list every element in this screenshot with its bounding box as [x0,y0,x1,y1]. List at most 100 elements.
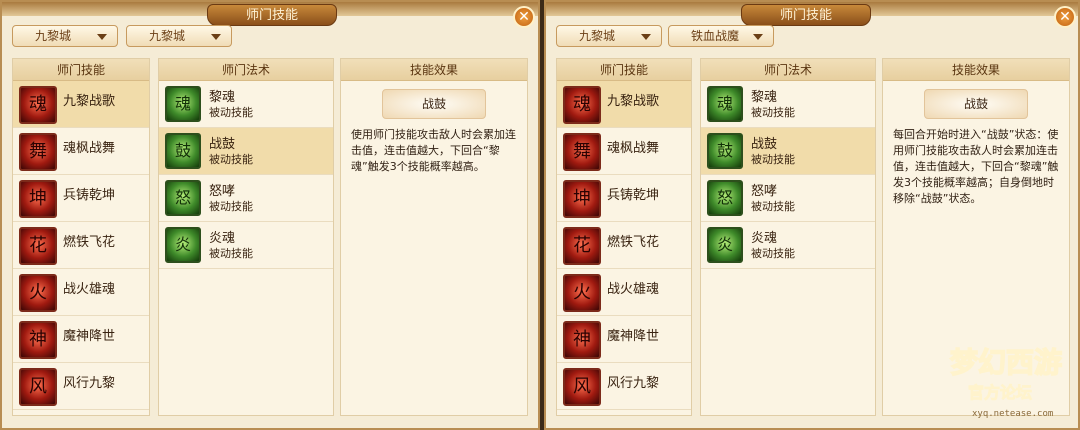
skill-icon: 风 [563,368,601,406]
skill-row[interactable]: 魂九黎战歌 [13,81,149,128]
skill-name: 燃铁飞花 [607,235,660,250]
skill-row[interactable]: 火战火雄魂 [557,269,691,316]
spell-name: 怒哮 [751,184,778,199]
school-dropdown-value: 铁血战魔 [691,29,740,43]
skill-icon: 舞 [19,133,57,171]
skill-icon: 花 [19,227,57,265]
spell-name: 战鼓 [209,137,236,152]
school-dropdown[interactable]: 九黎城 [126,25,232,47]
spell-name: 炎魂 [209,231,236,246]
skill-panel-right: 师门技能 ✕ 九黎城 铁血战魔 师门技能 魂九黎战歌 舞魂枫战舞 坤兵铸乾坤 花… [544,0,1080,430]
spell-type: 被动技能 [751,200,795,213]
skill-row[interactable]: 舞魂枫战舞 [13,128,149,175]
spell-icon: 炎 [707,227,743,263]
skill-name: 魂枫战舞 [607,141,660,156]
skill-name: 燃铁飞花 [63,235,116,250]
skill-row[interactable]: 火战火雄魂 [13,269,149,316]
spell-row[interactable]: 魂黎魂 被动技能 [701,81,875,128]
spell-row[interactable]: 魂黎魂 被动技能 [159,81,333,128]
spell-name: 战鼓 [751,137,778,152]
spell-icon: 怒 [165,180,201,216]
skill-row[interactable]: 神魔神降世 [13,316,149,363]
skill-name: 魔神降世 [63,329,116,344]
skill-row[interactable]: 风风行九黎 [557,363,691,410]
spell-type: 被动技能 [751,153,795,166]
skill-name: 战火雄魂 [607,282,660,297]
skill-panel-left: 师门技能 ✕ 九黎城 九黎城 师门技能 魂九黎战歌 舞魂枫战舞 坤兵铸乾坤 花燃… [0,0,540,430]
panel-title: 师门技能 [207,4,337,26]
skill-icon: 舞 [563,133,601,171]
spell-icon: 怒 [707,180,743,216]
skill-name: 战火雄魂 [63,282,116,297]
skill-icon: 风 [19,368,57,406]
skill-row[interactable]: 花燃铁飞花 [13,222,149,269]
effect-column-header: 技能效果 [883,59,1069,81]
close-icon[interactable]: ✕ [513,6,535,28]
effect-description: 使用师门技能攻击敌人时会累加连击值，连击值越大，下回合“黎魂”触发3个技能概率越… [351,128,516,173]
chevron-down-icon [97,34,107,40]
skill-row[interactable]: 风风行九黎 [13,363,149,410]
skill-name: 风行九黎 [63,376,116,391]
skill-name: 魔神降世 [607,329,660,344]
skill-name: 魂枫战舞 [63,141,116,156]
effect-title: 战鼓 [924,89,1028,119]
spell-name: 炎魂 [751,231,778,246]
skills-column-header: 师门技能 [13,59,149,81]
skill-name: 兵铸乾坤 [607,188,660,203]
spell-row[interactable]: 鼓战鼓 被动技能 [159,128,333,175]
spell-type: 被动技能 [209,200,253,213]
game-logo-watermark: 梦幻西游 官方论坛 xyq.netease.com [949,345,1063,419]
skill-row[interactable]: 花燃铁飞花 [557,222,691,269]
sect-dropdown[interactable]: 九黎城 [12,25,118,47]
skill-icon: 火 [563,274,601,312]
spell-row[interactable]: 炎炎魂 被动技能 [701,222,875,269]
spells-column: 师门法术 魂黎魂 被动技能 鼓战鼓 被动技能 怒怒哮 被动技能 炎炎魂 被动技能 [700,58,876,416]
effect-column-header: 技能效果 [341,59,527,81]
skill-row[interactable]: 坤兵铸乾坤 [13,175,149,222]
school-dropdown[interactable]: 铁血战魔 [668,25,774,47]
spell-name: 怒哮 [209,184,236,199]
spell-row[interactable]: 怒怒哮 被动技能 [701,175,875,222]
spell-row[interactable]: 怒怒哮 被动技能 [159,175,333,222]
spell-icon: 魂 [165,86,201,122]
watermark-subtitle: 官方论坛 [968,383,1032,402]
spell-type: 被动技能 [209,106,253,119]
close-icon[interactable]: ✕ [1054,6,1076,28]
sect-dropdown-value: 九黎城 [579,29,616,43]
spell-icon: 鼓 [165,133,201,169]
spell-type: 被动技能 [751,247,795,260]
spells-column: 师门法术 魂黎魂 被动技能 鼓战鼓 被动技能 怒怒哮 被动技能 炎炎魂 被动技能 [158,58,334,416]
skill-icon: 魂 [563,86,601,124]
spells-column-header: 师门法术 [701,59,875,81]
skill-name: 兵铸乾坤 [63,188,116,203]
chevron-down-icon [211,34,221,40]
chevron-down-icon [753,34,763,40]
spell-row[interactable]: 炎炎魂 被动技能 [159,222,333,269]
skill-name: 九黎战歌 [63,94,116,109]
skills-column: 师门技能 魂九黎战歌 舞魂枫战舞 坤兵铸乾坤 花燃铁飞花 火战火雄魂 神魔神降世… [556,58,692,416]
skill-row[interactable]: 坤兵铸乾坤 [557,175,691,222]
spell-icon: 鼓 [707,133,743,169]
spell-name: 黎魂 [209,90,236,105]
skill-name: 风行九黎 [607,376,660,391]
watermark-title: 梦幻西游 [950,346,1062,379]
skill-row[interactable]: 魂九黎战歌 [557,81,691,128]
skill-row[interactable]: 神魔神降世 [557,316,691,363]
effect-description: 每回合开始时进入“战鼓”状态：使用师门技能攻击敌人时会累加连击值，连击值越大，下… [893,128,1059,205]
skill-icon: 魂 [19,86,57,124]
skill-icon: 花 [563,227,601,265]
school-dropdown-value: 九黎城 [149,29,186,43]
skills-column-header: 师门技能 [557,59,691,81]
watermark-url: xyq.netease.com [972,409,1053,419]
sect-dropdown-value: 九黎城 [35,29,72,43]
skill-row[interactable]: 舞魂枫战舞 [557,128,691,175]
chevron-down-icon [641,34,651,40]
effect-title: 战鼓 [382,89,486,119]
skill-icon: 神 [563,321,601,359]
skill-icon: 坤 [19,180,57,218]
sect-dropdown[interactable]: 九黎城 [556,25,662,47]
spell-name: 黎魂 [751,90,778,105]
skill-name: 九黎战歌 [607,94,660,109]
spell-icon: 魂 [707,86,743,122]
spell-row[interactable]: 鼓战鼓 被动技能 [701,128,875,175]
